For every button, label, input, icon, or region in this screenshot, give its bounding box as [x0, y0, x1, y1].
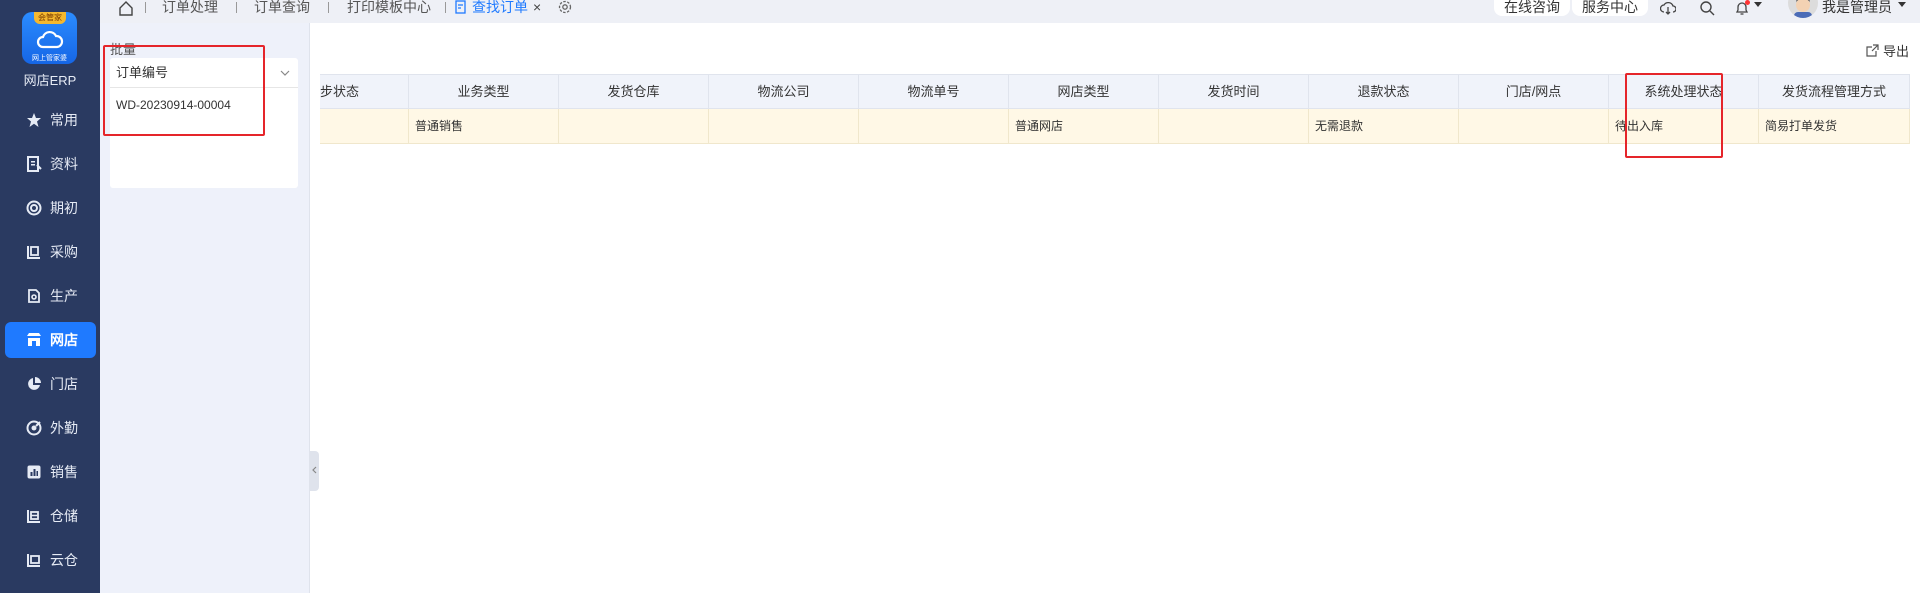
export-label: 导出: [1883, 44, 1910, 59]
field-icon: [26, 420, 42, 436]
app-logo[interactable]: 会管家 网上管家婆: [22, 12, 77, 64]
nav-label: 采购: [50, 244, 78, 260]
avatar[interactable]: [1788, 0, 1818, 18]
table-cell: 普通网店: [1009, 109, 1159, 143]
tab-separator: [445, 2, 446, 13]
column-header[interactable]: 发货仓库: [559, 75, 709, 108]
side-nav: 会管家 网上管家婆 网店ERP 常用 资料 期初 采购 生产 网店 门店 外勤 …: [0, 0, 100, 593]
search-icon[interactable]: [1699, 0, 1715, 16]
chevron-down-icon: [280, 70, 290, 76]
table-cell: [709, 109, 859, 143]
nav-label: 销售: [50, 464, 78, 480]
warehouse-icon: [27, 510, 40, 523]
nav-item-common[interactable]: 常用: [5, 102, 96, 138]
table-cell: 无需退款: [1309, 109, 1459, 143]
user-name[interactable]: 我是管理员: [1822, 0, 1892, 14]
panel-divider: [309, 23, 310, 593]
tab-print-template-center[interactable]: 打印模板中心: [347, 0, 431, 16]
tab-find-order[interactable]: 查找订单: [472, 0, 528, 16]
logo-badge: 会管家: [34, 12, 66, 24]
nav-item-retail-store[interactable]: 门店: [5, 366, 96, 402]
tab-order-query[interactable]: 订单查询: [254, 0, 310, 16]
nav-item-purchase[interactable]: 采购: [5, 234, 96, 270]
nav-label: 门店: [50, 376, 78, 392]
annotation-box-filter: [103, 45, 265, 136]
nav-item-online-store[interactable]: 网店: [5, 322, 96, 358]
star-icon: [27, 113, 41, 127]
app-name: 网店ERP: [23, 73, 77, 88]
export-button[interactable]: 导出: [1866, 41, 1909, 60]
nav-label: 外勤: [50, 420, 78, 436]
column-header[interactable]: 发货流程管理方式: [1759, 75, 1910, 108]
target-icon: [26, 200, 42, 216]
nav-item-initial[interactable]: 期初: [5, 190, 96, 226]
column-header[interactable]: 物流公司: [709, 75, 859, 108]
tab-order-processing[interactable]: 订单处理: [162, 0, 218, 16]
nav-item-cloud-warehouse[interactable]: 云仓: [5, 542, 96, 578]
nav-label: 网店: [50, 332, 78, 348]
close-icon[interactable]: ×: [533, 0, 541, 15]
table-cell: [859, 109, 1009, 143]
column-header[interactable]: 网店类型: [1009, 75, 1159, 108]
table-cell: [1159, 109, 1309, 143]
service-center-button[interactable]: 服务中心: [1572, 0, 1648, 16]
pie-icon: [28, 377, 41, 390]
tab-separator: [236, 2, 237, 13]
table-body: [320, 144, 1910, 593]
notification-dot: [1745, 0, 1750, 5]
table-cell: [1459, 109, 1609, 143]
nav-item-sales[interactable]: 销售: [5, 454, 96, 490]
table-cell: [559, 109, 709, 143]
nav-item-production[interactable]: 生产: [5, 278, 96, 314]
production-icon: [28, 289, 40, 303]
column-header[interactable]: 发货时间: [1159, 75, 1309, 108]
top-bar: 订单处理 订单查询 打印模板中心 查找订单 × 在线咨询 服务中心 我是管理员: [100, 0, 1920, 23]
nav-label: 云仓: [50, 552, 78, 568]
tab-separator: [145, 2, 146, 13]
nav-label: 资料: [50, 156, 78, 172]
online-consult-button[interactable]: 在线咨询: [1494, 0, 1570, 16]
logo-text: 网上管家婆: [32, 55, 67, 62]
column-header[interactable]: 物流单号: [859, 75, 1009, 108]
document-icon: [27, 156, 42, 172]
annotation-box-status-column: [1625, 73, 1723, 158]
nav-item-field-work[interactable]: 外勤: [5, 410, 96, 446]
sales-icon: [27, 465, 41, 479]
chevron-down-icon[interactable]: [1754, 2, 1762, 7]
cloud-icon: [36, 30, 64, 49]
nav-item-warehouse[interactable]: 仓储: [5, 498, 96, 534]
table-cell: 普通销售: [409, 109, 559, 143]
nav-label: 期初: [50, 200, 78, 216]
home-icon[interactable]: [118, 0, 134, 16]
gear-icon[interactable]: [558, 0, 572, 14]
column-header[interactable]: 门店/网点: [1459, 75, 1609, 108]
cloud-warehouse-icon: [27, 554, 40, 567]
store-icon: [27, 333, 41, 346]
chevron-down-icon[interactable]: [1898, 2, 1906, 7]
table-cell: 简易打单发货: [1759, 109, 1910, 143]
nav-label: 常用: [50, 112, 78, 128]
purchase-icon: [27, 246, 40, 259]
export-icon: [1866, 44, 1879, 57]
chevron-left-icon: [312, 466, 317, 474]
nav-label: 生产: [50, 288, 78, 304]
column-header[interactable]: 步状态: [320, 75, 409, 108]
nav-item-data[interactable]: 资料: [5, 146, 96, 182]
user-avatar-icon: [1794, 0, 1812, 18]
table-cell: [320, 109, 409, 143]
document-search-icon: [455, 0, 466, 14]
collapse-handle[interactable]: [310, 451, 319, 491]
cloud-download-icon[interactable]: [1660, 0, 1676, 16]
column-header[interactable]: 业务类型: [409, 75, 559, 108]
nav-label: 仓储: [50, 508, 78, 524]
column-header[interactable]: 退款状态: [1309, 75, 1459, 108]
tab-separator: [328, 2, 329, 13]
